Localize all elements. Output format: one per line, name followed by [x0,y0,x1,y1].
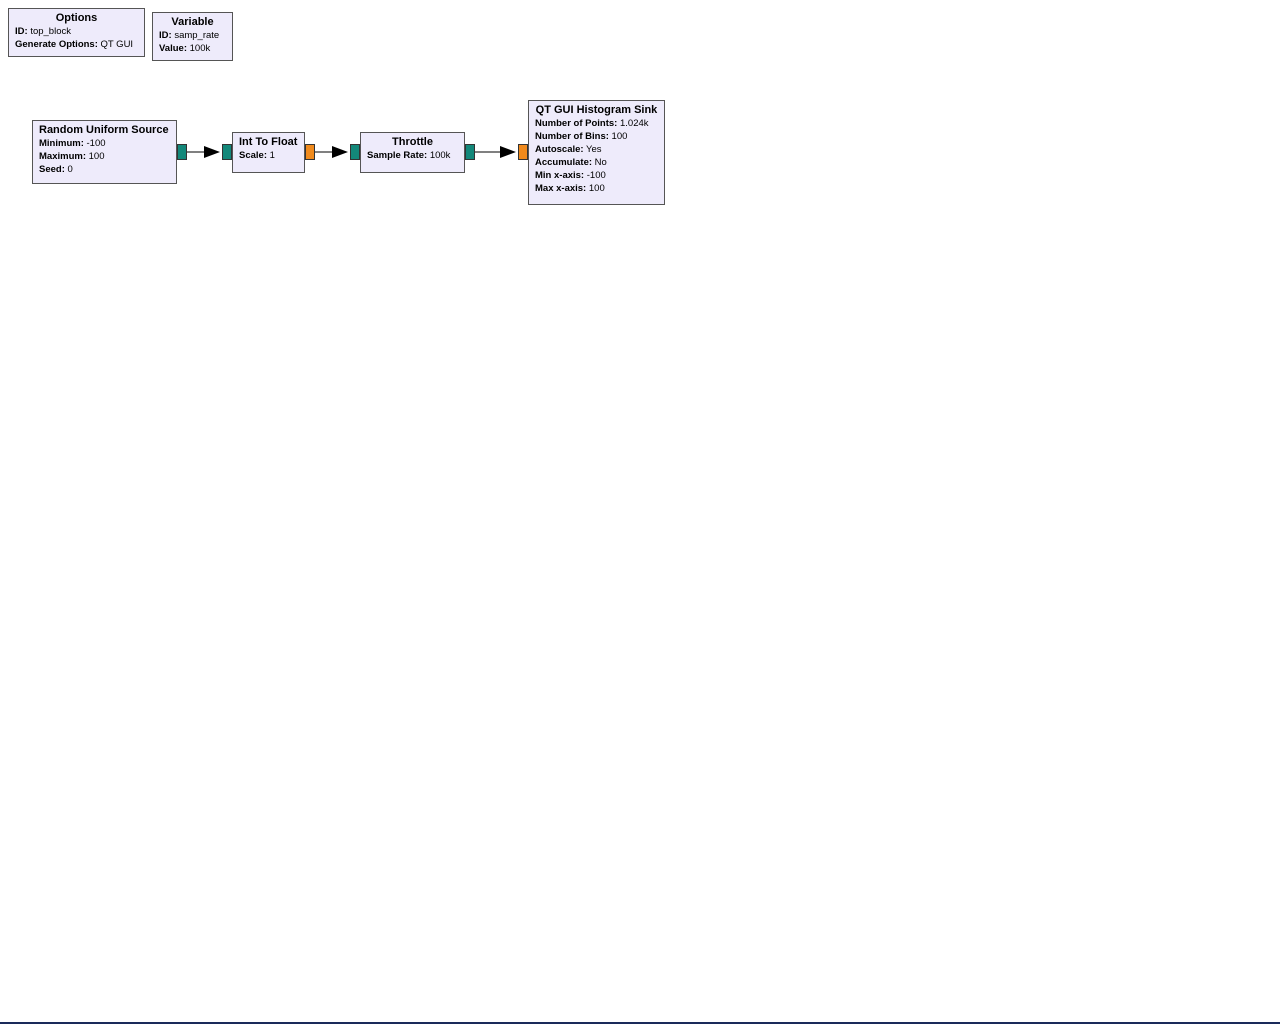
connection-wires [187,146,516,158]
wire-int-to-throttle[interactable] [315,146,348,158]
wire-throttle-to-sink[interactable] [475,146,516,158]
flowgraph-canvas[interactable]: Options ID: top_block Generate Options: … [0,0,1280,1022]
wire-random-to-int[interactable] [187,146,220,158]
